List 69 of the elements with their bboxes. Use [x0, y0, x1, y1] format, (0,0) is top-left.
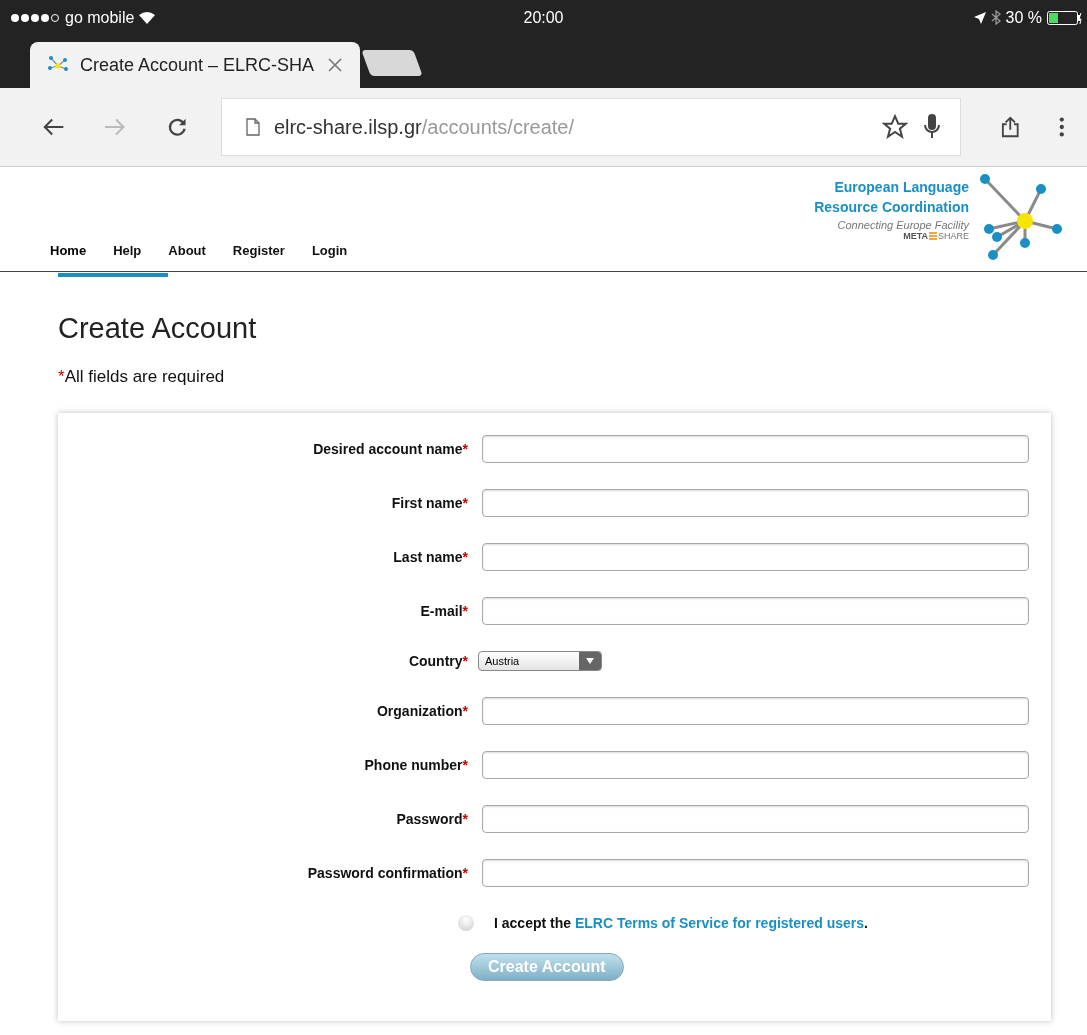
- input-field[interactable]: [482, 805, 1029, 833]
- logo-tagline: Connecting Europe Facility: [837, 219, 969, 231]
- field-label: Country: [408, 653, 463, 669]
- field-label: Desired account name: [313, 441, 463, 457]
- network-logo-icon: [977, 171, 1063, 261]
- field-label: Password confirmation: [307, 865, 463, 881]
- country-dropdown[interactable]: Austria: [478, 651, 602, 671]
- tab-title: Create Account – ELRC-SHA: [80, 54, 316, 76]
- browser-tab[interactable]: Create Account – ELRC-SHA: [30, 42, 360, 88]
- carrier-name: go mobile: [65, 8, 135, 27]
- nav-link[interactable]: Home: [50, 243, 87, 258]
- wifi-icon: [139, 11, 156, 24]
- required-mark: *: [462, 703, 468, 719]
- url-host: elrc-share.ilsp.gr: [273, 115, 422, 138]
- new-tab-button[interactable]: [361, 50, 423, 76]
- page-icon: [245, 118, 260, 136]
- back-icon[interactable]: [42, 117, 65, 137]
- input-field[interactable]: [482, 597, 1029, 625]
- input-field[interactable]: [482, 435, 1029, 463]
- dropdown-arrow-icon: [586, 658, 594, 664]
- accept-checkbox[interactable]: [458, 915, 474, 931]
- input-field[interactable]: [482, 751, 1029, 779]
- field-label: Organization: [377, 703, 463, 719]
- reload-icon[interactable]: [166, 116, 187, 138]
- favicon-icon: [48, 56, 68, 74]
- url-path: /accounts/create/: [421, 115, 575, 138]
- input-field[interactable]: [482, 543, 1029, 571]
- menu-icon[interactable]: [1059, 116, 1065, 138]
- close-icon[interactable]: [328, 58, 342, 72]
- logo-meta: META: [903, 231, 928, 241]
- required-mark: *: [462, 441, 468, 457]
- logo-share: SHARE: [938, 231, 969, 241]
- star-icon[interactable]: [881, 114, 908, 140]
- required-mark: *: [462, 495, 468, 511]
- location-icon: [973, 11, 986, 24]
- required-mark: *: [462, 549, 468, 565]
- address-bar[interactable]: elrc-share.ilsp.gr/accounts/create/: [220, 98, 961, 156]
- input-field[interactable]: [482, 859, 1029, 887]
- clock-time: 20:00: [523, 8, 564, 27]
- nav-link[interactable]: Login: [311, 243, 348, 258]
- required-mark: *: [462, 757, 468, 773]
- bluetooth-icon: [990, 10, 1001, 25]
- field-label: Password: [396, 811, 463, 827]
- field-label: Last name: [393, 549, 463, 565]
- page-heading: Create Account: [58, 312, 258, 345]
- nav-link[interactable]: Help: [113, 243, 142, 258]
- battery-icon: [1047, 10, 1083, 25]
- field-label: First name: [391, 495, 463, 511]
- required-mark: *: [462, 603, 468, 619]
- nav-link[interactable]: Register: [232, 243, 285, 258]
- share-icon[interactable]: [1000, 115, 1020, 139]
- input-field[interactable]: [482, 489, 1029, 517]
- battery-percent: 30 %: [1005, 8, 1042, 27]
- lines-icon: [929, 232, 937, 240]
- required-mark: *: [462, 865, 468, 881]
- signal-icon: [10, 12, 60, 23]
- nav-link[interactable]: About: [168, 243, 206, 258]
- input-field[interactable]: [482, 697, 1029, 725]
- required-note: All fields are required: [64, 367, 225, 386]
- logo-title: Resource Coordination: [814, 198, 969, 217]
- logo-title: European Language: [834, 178, 969, 197]
- field-label: E-mail: [420, 603, 463, 619]
- field-label: Phone number: [364, 757, 463, 773]
- forward-icon[interactable]: [104, 117, 127, 137]
- required-mark: *: [58, 367, 65, 386]
- required-mark: *: [462, 811, 468, 827]
- microphone-icon[interactable]: [921, 113, 942, 141]
- required-mark: *: [462, 653, 468, 669]
- terms-text: I accept the ELRC Terms of Service for registered users.: [494, 915, 868, 931]
